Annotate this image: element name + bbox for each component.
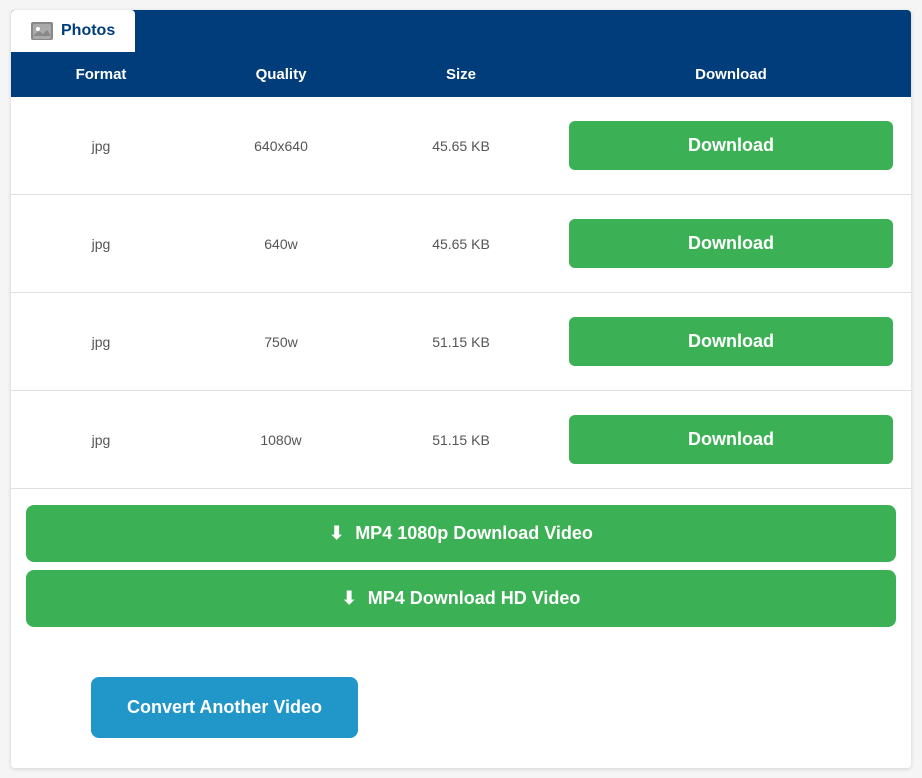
header-size: Size: [371, 52, 551, 97]
download-button-2[interactable]: Download: [569, 317, 893, 366]
action-section: ⬇ MP4 1080p Download Video ⬇ MP4 Downloa…: [11, 489, 911, 647]
photos-icon: [31, 22, 53, 40]
table-body: jpg 640x640 45.65 KB Download jpg 640w 4…: [11, 97, 911, 489]
cell-size-0: 45.65 KB: [371, 122, 551, 170]
main-container: Photos Format Quality Size Download jpg …: [11, 10, 911, 768]
tab-photos-label: Photos: [61, 22, 115, 40]
cell-size-2: 51.15 KB: [371, 318, 551, 366]
header-format: Format: [11, 52, 191, 97]
header-quality: Quality: [191, 52, 371, 97]
mp4-hd-label: MP4 Download HD Video: [368, 588, 581, 608]
cell-quality-2: 750w: [191, 318, 371, 366]
cell-format-3: jpg: [11, 416, 191, 464]
header-download: Download: [551, 52, 911, 97]
cell-download-3: Download: [551, 391, 911, 488]
cell-quality-1: 640w: [191, 220, 371, 268]
convert-button-label: Convert Another Video: [127, 697, 322, 717]
cell-download-0: Download: [551, 97, 911, 194]
mp4-hd-download-button[interactable]: ⬇ MP4 Download HD Video: [26, 570, 896, 627]
convert-section: Convert Another Video: [11, 647, 911, 768]
mp4-1080p-download-button[interactable]: ⬇ MP4 1080p Download Video: [26, 505, 896, 562]
download-button-3[interactable]: Download: [569, 415, 893, 464]
tab-row: Photos: [11, 10, 911, 52]
cell-quality-0: 640x640: [191, 122, 371, 170]
table-row: jpg 640x640 45.65 KB Download: [11, 97, 911, 195]
convert-another-video-button[interactable]: Convert Another Video: [91, 677, 358, 738]
download-button-0[interactable]: Download: [569, 121, 893, 170]
download-button-1[interactable]: Download: [569, 219, 893, 268]
cell-size-3: 51.15 KB: [371, 416, 551, 464]
mp4-1080p-label: MP4 1080p Download Video: [355, 523, 593, 543]
cell-format-0: jpg: [11, 122, 191, 170]
download-icon-2: ⬇: [342, 588, 357, 608]
cell-quality-3: 1080w: [191, 416, 371, 464]
cell-size-1: 45.65 KB: [371, 220, 551, 268]
table-row: jpg 750w 51.15 KB Download: [11, 293, 911, 391]
cell-download-1: Download: [551, 195, 911, 292]
cell-format-2: jpg: [11, 318, 191, 366]
table-row: jpg 1080w 51.15 KB Download: [11, 391, 911, 489]
download-icon-1: ⬇: [329, 523, 344, 543]
tab-photos[interactable]: Photos: [11, 10, 135, 52]
cell-format-1: jpg: [11, 220, 191, 268]
table-header: Format Quality Size Download: [11, 52, 911, 97]
cell-download-2: Download: [551, 293, 911, 390]
table-row: jpg 640w 45.65 KB Download: [11, 195, 911, 293]
